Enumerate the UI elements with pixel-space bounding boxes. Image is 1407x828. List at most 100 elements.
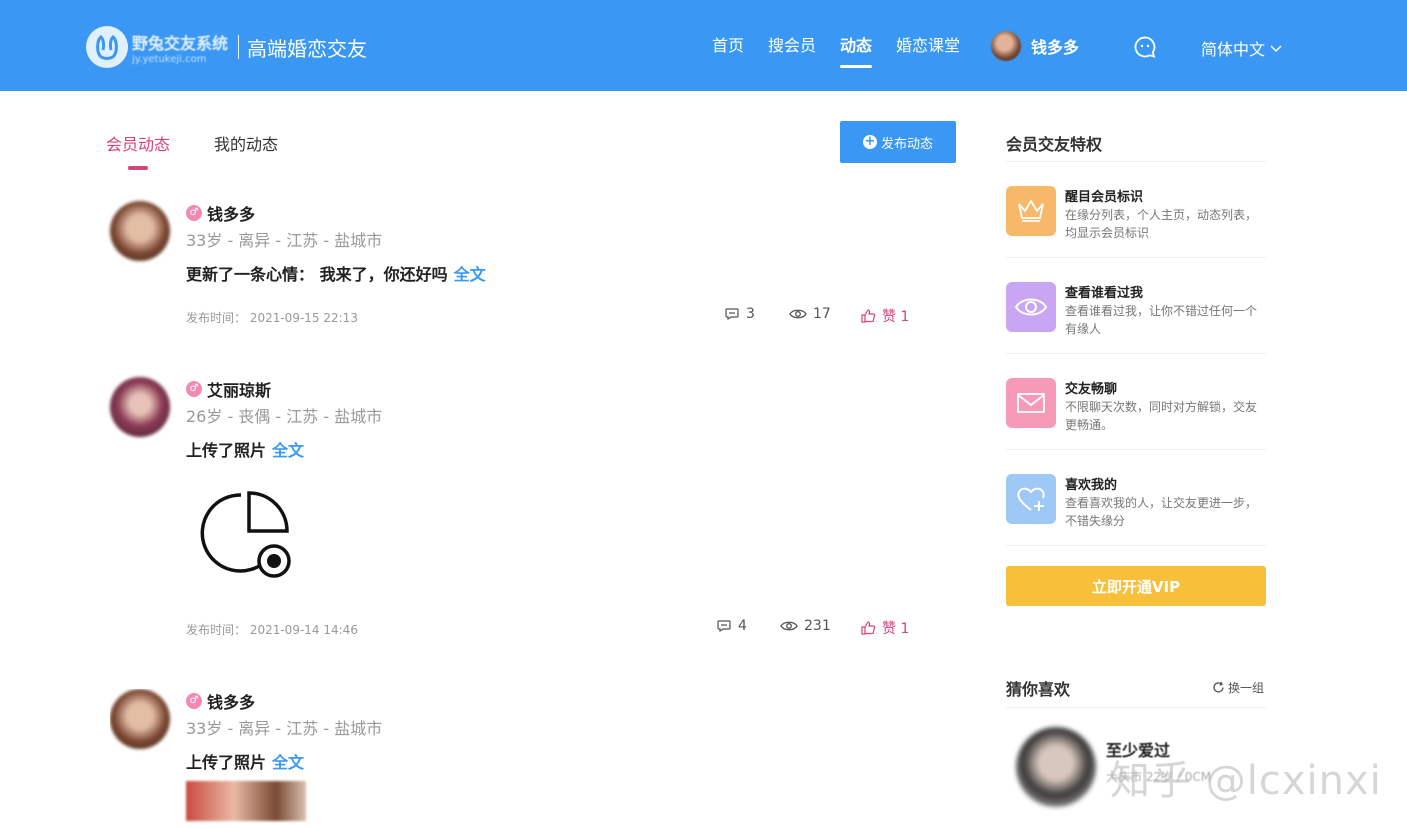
divider [1006,545,1266,546]
post-author-meta: 26岁 - 丧偶 - 江苏 - 盐城市 [186,407,383,426]
plus-icon: + [862,134,877,149]
tab-my-moments[interactable]: 我的动态 [214,131,278,155]
comment-count[interactable]: 4 [716,618,747,634]
post-body: ♂ 钱多多 33岁 - 离异 - 江苏 - 盐城市 更新了一条心情： 我来了，你… [186,201,926,325]
male-gender-icon: ♂ [186,693,202,709]
nav-moments[interactable]: 动态 [840,0,873,91]
feed-post: ♂ 艾丽琼斯 26岁 - 丧偶 - 江苏 - 盐城市 上传了照片 全文 发布时间：… [110,377,930,647]
user-avatar [991,31,1021,61]
post-avatar[interactable] [110,377,170,437]
privilege-title: 查看谁看过我 [1065,286,1144,301]
privilege-item: 交友畅聊 不限聊天次数，同时对方解锁，交友更畅通。 [1006,378,1266,458]
read-more-link[interactable]: 全文 [272,753,304,772]
refresh-label: 换一组 [1228,681,1265,695]
feed-tabs: 会员动态 我的动态 [106,131,322,170]
privilege-desc: 不限聊天次数，同时对方解锁，交友更畅通。 [1065,400,1258,432]
site-slogan: 高端婚恋交友 [247,36,368,61]
view-count: 231 [780,618,831,634]
like-button[interactable]: 赞 1 [860,306,909,326]
privilege-desc: 在缘分列表，个人主页，动态列表，均显示会员标识 [1065,208,1258,240]
post-content: 更新了一条心情： 我来了，你还好吗 全文 [186,261,926,285]
post-author[interactable]: 钱多多 [207,689,255,713]
guess-you-like-title: 猜你喜欢 [1006,680,1071,699]
male-gender-icon: ♂ [186,381,202,397]
privilege-item: 喜欢我的 查看喜欢我的人，让交友更进一步，不错失缘分 [1006,474,1266,554]
message-icon[interactable] [1133,35,1157,59]
comment-count-value: 4 [738,618,747,634]
language-select[interactable]: 简体中文 [1201,36,1283,60]
divider [1006,353,1266,354]
post-author[interactable]: 艾丽琼斯 [207,377,271,401]
post-content: 上传了照片 全文 [186,437,926,461]
nav-home[interactable]: 首页 [712,0,744,91]
post-text: 上传了照片 [186,441,267,460]
privileges-title: 会员交友特权 [1006,135,1103,154]
privilege-title: 交友畅聊 [1065,382,1118,397]
post-body: ♂ 钱多多 33岁 - 离异 - 江苏 - 盐城市 上传了照片 全文 [186,689,926,773]
privilege-item: 醒目会员标识 在缘分列表，个人主页，动态列表，均显示会员标识 [1006,186,1266,266]
heart-plus-icon [1006,474,1056,524]
nav-search-members[interactable]: 搜会员 [768,0,816,91]
privilege-title: 喜欢我的 [1065,478,1118,493]
like-count: 赞 1 [882,309,910,325]
like-count: 赞 1 [882,621,910,637]
refresh-button[interactable]: 换一组 [1212,679,1264,696]
view-count-value: 231 [804,618,831,634]
view-count-value: 17 [813,306,831,322]
mail-icon [1006,378,1056,428]
image-placeholder-icon[interactable] [186,479,306,583]
male-gender-icon: ♂ [186,205,202,221]
post-author[interactable]: 钱多多 [207,201,255,225]
publish-button-label: 发布动态 [880,136,933,152]
post-text: 更新了一条心情： 我来了，你还好吗 [186,265,448,284]
post-avatar[interactable] [110,201,170,261]
publish-moment-button[interactable]: + 发布动态 [840,121,956,163]
privilege-item: 查看谁看过我 查看谁看过我，让你不错过任何一个有缘人 [1006,282,1266,362]
comment-count[interactable]: 3 [724,306,755,322]
eye-icon [789,309,807,319]
site-logo[interactable]: 野兔交友系统 jy.yetukeji.com 高端婚恋交友 [86,26,367,68]
post-author-meta: 33岁 - 离异 - 江苏 - 盐城市 [186,719,383,738]
post-avatar[interactable] [110,689,170,749]
post-time: 发布时间： 2021-09-14 14:46 [186,623,358,637]
nav-dating-class[interactable]: 婚恋课堂 [896,0,960,91]
tab-member-moments[interactable]: 会员动态 [106,131,170,170]
user-menu[interactable]: 钱多多 [991,31,1079,61]
divider [1006,449,1266,450]
eye-icon [1006,282,1056,332]
open-vip-button[interactable]: 立即开通VIP [1006,566,1266,606]
watermark: 知乎 @lcxinxi [1110,758,1382,804]
post-footer: 发布时间： 2021-09-15 22:13 3 17 赞 1 [186,306,926,326]
top-header: 野兔交友系统 jy.yetukeji.com 高端婚恋交友 首页 搜会员 动态 … [0,0,1407,91]
logo-divider [238,35,240,59]
crown-icon [1006,186,1056,236]
eye-icon [780,621,798,631]
thumbs-up-icon [861,309,876,323]
privilege-desc: 查看谁看过我，让你不错过任何一个有缘人 [1065,304,1258,336]
rabbit-logo-icon [86,26,128,68]
privilege-title: 醒目会员标识 [1065,190,1144,205]
post-body: ♂ 艾丽琼斯 26岁 - 丧偶 - 江苏 - 盐城市 上传了照片 全文 发布时间：… [186,377,926,637]
read-more-link[interactable]: 全文 [454,265,486,284]
post-footer: 发布时间： 2021-09-14 14:46 4 231 赞 1 [186,618,926,638]
chevron-down-icon [1270,45,1282,53]
read-more-link[interactable]: 全文 [272,441,304,460]
post-content: 上传了照片 全文 [186,749,926,773]
user-name: 钱多多 [1031,38,1080,57]
feed-post: ♂ 钱多多 33岁 - 离异 - 江苏 - 盐城市 更新了一条心情： 我来了，你… [110,201,930,341]
divider [1006,257,1266,258]
post-photo[interactable] [186,781,306,821]
post-author-meta: 33岁 - 离异 - 江苏 - 盐城市 [186,231,383,250]
view-count: 17 [789,306,831,322]
like-button[interactable]: 赞 1 [860,618,909,638]
logo-url: jy.yetukeji.com [132,53,207,65]
post-time: 发布时间： 2021-09-15 22:13 [186,311,358,325]
refresh-icon [1213,681,1224,693]
divider [1006,707,1266,708]
divider [1006,161,1266,162]
guess-user-avatar[interactable] [1016,727,1096,807]
post-text: 上传了照片 [186,753,267,772]
privilege-desc: 查看喜欢我的人，让交友更进一步，不错失缘分 [1065,496,1258,528]
main-nav: 首页 搜会员 动态 婚恋课堂 [712,0,984,91]
feed-post: ♂ 钱多多 33岁 - 离异 - 江苏 - 盐城市 上传了照片 全文 [110,689,930,828]
